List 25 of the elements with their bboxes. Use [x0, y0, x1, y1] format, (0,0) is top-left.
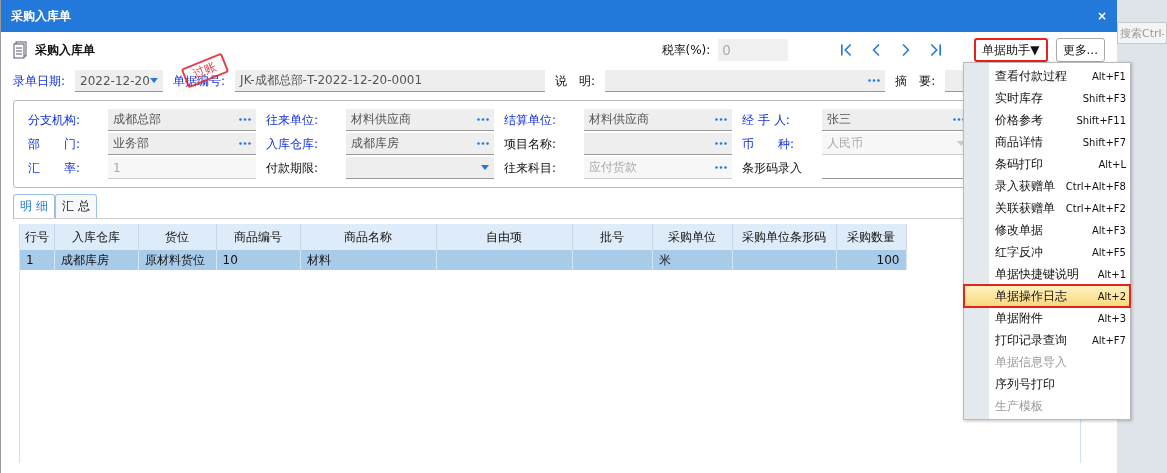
table-cell: 10 — [216, 250, 300, 270]
field-label: 经 手 人: — [742, 111, 791, 129]
field-label: 项目名称: — [504, 135, 558, 153]
field-label: 税率(%): — [661, 41, 711, 59]
window-title: 采购入库单 — [11, 7, 71, 25]
field-label: 往来单位: — [266, 111, 320, 129]
field-label: 说 明: — [555, 72, 596, 90]
table-cell: 成都库房 — [54, 250, 138, 270]
table-cell: 1 — [20, 250, 54, 270]
table-cell: 原材料货位 — [138, 250, 216, 270]
field-label: 条形码录入 — [742, 159, 803, 177]
field-label: 摘 要: — [895, 72, 936, 90]
field-label: 付款期限: — [266, 159, 320, 177]
field-label: 录单日期: — [13, 72, 66, 90]
table-cell: 材料 — [300, 250, 436, 270]
field-label: 汇 率: — [28, 159, 82, 177]
form-title: 采购入库单 — [35, 41, 95, 59]
field-label: 结算单位: — [504, 111, 558, 129]
table-cell: 米 — [652, 250, 732, 270]
field-label: 入库仓库: — [266, 135, 320, 153]
table-cell: 100 — [836, 250, 906, 270]
field-label: 部 门: — [28, 135, 82, 153]
field-label: 币 种: — [742, 135, 796, 153]
field-label: 往来科目: — [504, 159, 558, 177]
field-label: 分支机构: — [28, 111, 82, 129]
